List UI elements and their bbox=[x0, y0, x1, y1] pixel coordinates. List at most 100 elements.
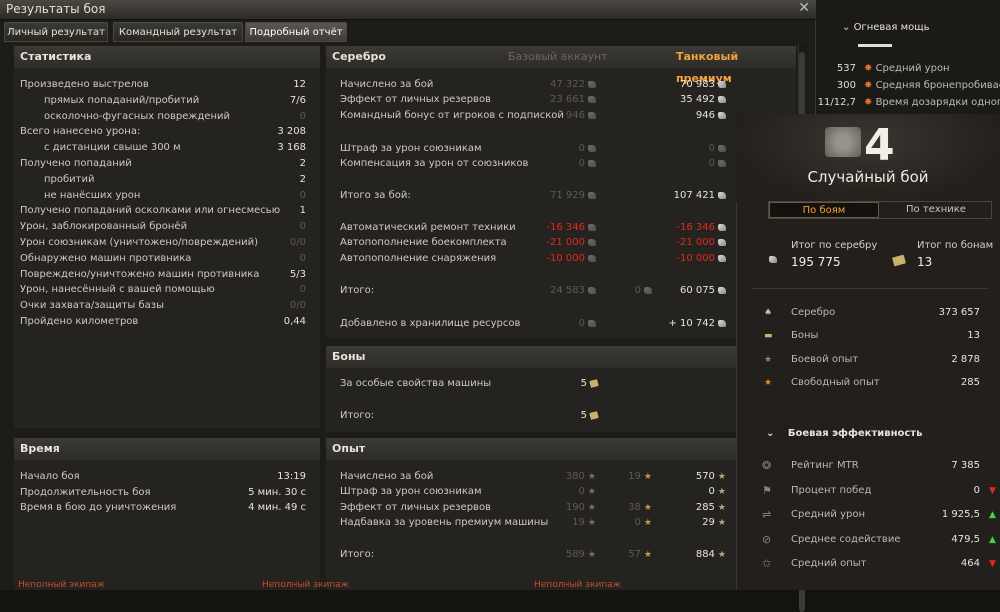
star-icon: ★ bbox=[587, 550, 596, 560]
stat-value: 2 bbox=[299, 158, 306, 169]
silver-premium-value: 60 075 bbox=[656, 284, 726, 298]
efficiency-heading[interactable]: ⌄ Боевая эффективность bbox=[766, 427, 922, 441]
avg-xp-icon: ✩ bbox=[762, 557, 772, 571]
star-icon: ★ bbox=[764, 354, 773, 365]
silver-premium-value: -16 346 bbox=[656, 221, 726, 235]
silver-premium-amount: 35 492 bbox=[680, 94, 715, 105]
xp-base-value: 589 ★ bbox=[526, 548, 596, 562]
firepower-icon: ✸ bbox=[864, 63, 876, 74]
efficiency-label: Рейтинг MTR bbox=[791, 460, 859, 471]
silver-icon bbox=[718, 111, 726, 119]
xp-mid-amount: 38 bbox=[628, 502, 641, 513]
xp-mid-amount: 57 bbox=[628, 549, 641, 560]
xp-base-amount: 19 bbox=[572, 517, 585, 528]
stat-value: 0 bbox=[299, 252, 306, 264]
silver-icon bbox=[588, 223, 596, 231]
summary-row-value: 285 bbox=[960, 376, 980, 388]
silver-heading: Серебро Базовый аккаунт Танковый премиум bbox=[326, 46, 796, 85]
stat-label: Урон союзникам (уничтожено/повреждений) bbox=[20, 237, 259, 248]
tab-detailed-report[interactable]: Подробный отчёт bbox=[245, 22, 347, 42]
silver-icon bbox=[588, 95, 596, 103]
bonds-row-value: 5 bbox=[546, 377, 599, 391]
silver-base-value: 24 583 bbox=[516, 284, 596, 298]
xp-row-label: Итого: bbox=[340, 549, 375, 560]
xp-mid-amount: 0 bbox=[634, 517, 641, 528]
xp-base-amount: 380 bbox=[565, 471, 585, 482]
silver-premium-amount: 60 075 bbox=[680, 285, 715, 296]
silver-base-amount: 0 bbox=[578, 318, 585, 329]
silver-icon: ♠ bbox=[764, 308, 773, 318]
silver-base-value: 71 929 bbox=[516, 189, 596, 203]
star-icon: ★ bbox=[587, 472, 596, 482]
silver-premium-amount: -10 000 bbox=[676, 253, 715, 264]
statistics-heading: Статистика bbox=[14, 46, 320, 68]
crew-warning-2: Неполный экипаж bbox=[262, 580, 349, 590]
xp-premium-amount: 285 bbox=[695, 502, 715, 513]
xp-base-value: 19 ★ bbox=[526, 516, 596, 530]
avg-damage-icon: ⇌ bbox=[762, 508, 772, 522]
xp-mid-value: 19 ★ bbox=[602, 470, 652, 484]
silver-row-label: Итого: bbox=[340, 285, 375, 296]
silver-base-amount: 0 bbox=[578, 158, 585, 169]
silver-premium-value: -21 000 bbox=[656, 236, 726, 250]
stat-value: 0 bbox=[299, 221, 306, 233]
gold-star-icon: ★ bbox=[643, 518, 652, 528]
gold-star-icon: ★ bbox=[643, 472, 652, 482]
silver-row-label: Автоматический ремонт техники bbox=[340, 222, 516, 233]
xp-row-label: Надбавка за уровень премиум машины bbox=[340, 517, 549, 528]
stat-value: 3 208 bbox=[277, 126, 306, 138]
xp-base-value: 190 ★ bbox=[526, 501, 596, 515]
efficiency-label: Средний опыт bbox=[791, 558, 867, 570]
stat-value: 0/0 bbox=[289, 300, 306, 312]
bond-icon bbox=[589, 378, 599, 388]
summary-row-value: 2 878 bbox=[951, 353, 980, 365]
gold-star-icon: ★ bbox=[643, 503, 652, 513]
tab-by-vehicles[interactable]: По технике bbox=[881, 202, 991, 218]
silver-base-value: -10 000 bbox=[516, 252, 596, 266]
star-icon: ★ bbox=[717, 503, 726, 513]
time-value: 13:19 bbox=[277, 471, 306, 482]
stat-label: Всего нанесено урона: bbox=[20, 126, 141, 138]
stat-label: Получено попаданий bbox=[20, 158, 132, 169]
divider bbox=[752, 288, 988, 289]
time-heading: Время bbox=[14, 438, 320, 460]
silver-icon bbox=[718, 223, 726, 231]
tab-team-result[interactable]: Командный результат bbox=[113, 22, 243, 42]
xp-premium-value: 285 ★ bbox=[656, 501, 726, 515]
star-icon: ★ bbox=[587, 487, 596, 497]
silver-base-value: 0 bbox=[516, 142, 596, 156]
time-value: 4 мин. 49 с bbox=[248, 502, 306, 514]
efficiency-label: Средний урон bbox=[791, 509, 866, 521]
silver-icon bbox=[718, 254, 726, 262]
bonds-amount: 5 bbox=[580, 378, 587, 389]
firepower-label-text: Время дозарядки одного с bbox=[875, 97, 1000, 108]
experience-panel: Опыт Начислено за бой 380 ★ 19 ★ 570 ★ Штраф за… bbox=[326, 438, 796, 590]
close-icon[interactable]: ✕ bbox=[798, 0, 810, 16]
bonds-row-label: Итого: bbox=[340, 410, 375, 421]
firepower-label: ✸ Средняя бронепробиваемо bbox=[864, 79, 1000, 93]
time-panel: Время Начало боя 13:19 Продолжительность б… bbox=[14, 438, 320, 590]
trend-down-icon: ▼ bbox=[989, 485, 996, 496]
silver-base-value: 0 bbox=[516, 157, 596, 171]
silver-total-label: Итог по серебру bbox=[791, 240, 878, 251]
firepower-label: ✸ Средний урон bbox=[864, 62, 1000, 76]
silver-icon bbox=[588, 238, 596, 246]
silver-icon bbox=[718, 238, 726, 246]
silver-icon bbox=[718, 80, 726, 88]
tab-personal-result[interactable]: Личный результат bbox=[4, 22, 108, 42]
silver-premium-value: 35 492 bbox=[656, 93, 726, 107]
silver-base-amount: -16 346 bbox=[546, 222, 585, 233]
stat-label: Обнаружено машин противника bbox=[20, 252, 192, 264]
stat-value: 2 bbox=[299, 173, 306, 185]
firepower-value: 537 bbox=[836, 63, 856, 74]
crew-warning-1: Неполный экипаж bbox=[18, 580, 105, 590]
stat-label: с дистанции свыше 300 м bbox=[44, 142, 181, 154]
experience-heading: Опыт bbox=[326, 438, 796, 460]
crew-warning-3: Неполный экипаж bbox=[534, 580, 621, 590]
xp-premium-amount: 0 bbox=[708, 486, 715, 497]
battles-count: 4 bbox=[864, 120, 895, 171]
xp-premium-value: 570 ★ bbox=[656, 470, 726, 484]
tab-by-battles[interactable]: По боям bbox=[769, 202, 879, 218]
silver-row-label: Компенсация за урон от союзников bbox=[340, 158, 529, 169]
silver-mid-amount: 0 bbox=[634, 285, 641, 296]
